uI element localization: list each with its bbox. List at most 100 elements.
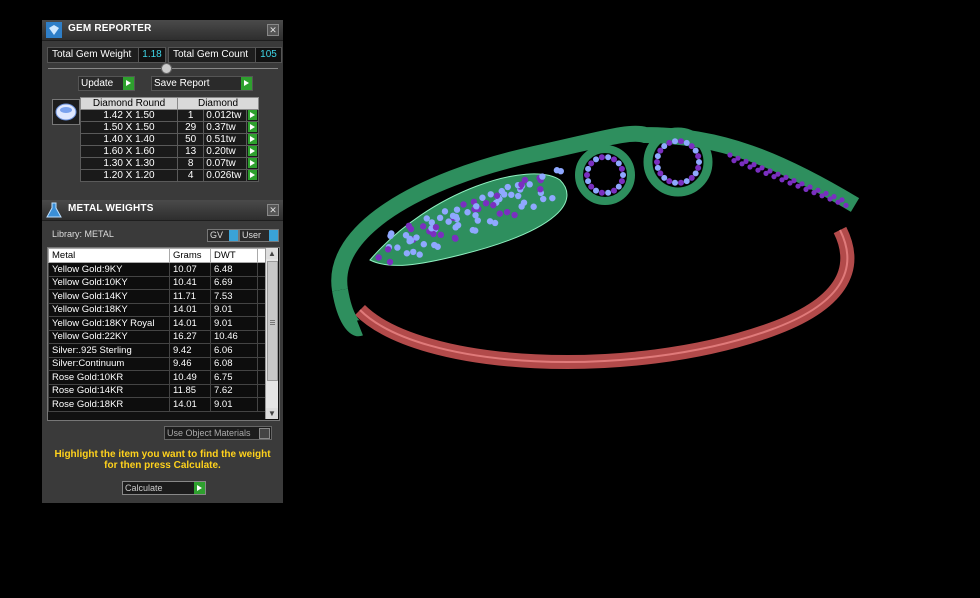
metal-row[interactable]: Yellow Gold:10KY 10.41 6.69	[48, 275, 273, 290]
metal-row[interactable]: Yellow Gold:14KY 11.71 7.53	[48, 289, 273, 304]
gem-stone	[605, 154, 612, 161]
user-label: User	[242, 230, 262, 240]
gem-stone	[683, 139, 690, 146]
calculate-button[interactable]: Calculate	[122, 481, 206, 495]
gem-stone	[677, 138, 684, 145]
metal-row[interactable]: Yellow Gold:18KY Royal 14.01 9.01	[48, 316, 273, 331]
gem-stone	[661, 174, 668, 181]
gem-stone	[791, 178, 797, 184]
gem-row-go[interactable]	[246, 169, 259, 182]
gem-stone	[695, 164, 702, 171]
metal-dwt: 7.53	[210, 289, 258, 304]
gem-stone	[453, 206, 461, 213]
gem-stone	[486, 218, 494, 225]
splitter-knob[interactable]	[161, 63, 172, 74]
save-report-button[interactable]: Save Report	[151, 76, 253, 91]
gem-row-go[interactable]	[246, 157, 259, 170]
metal-row[interactable]: Yellow Gold:22KY 16.27 10.46	[48, 329, 273, 344]
metal-grams: 14.01	[169, 397, 211, 412]
user-indicator-icon	[269, 230, 278, 241]
gem-row[interactable]: 1.50 X 1.50 29 0.37tw	[80, 121, 259, 134]
gem-stone	[452, 213, 460, 221]
gem-stone	[472, 212, 479, 219]
gem-stone	[692, 147, 699, 154]
gem-stone	[469, 226, 477, 234]
total-gem-count-value: 105	[255, 47, 282, 63]
gem-reporter-titlebar: GEM REPORTER ✕	[42, 20, 283, 41]
scroll-down-icon[interactable]: ▼	[266, 408, 278, 419]
gem-stone	[549, 194, 556, 202]
metal-column-name[interactable]: Metal	[48, 248, 170, 263]
gem-stone	[460, 201, 467, 208]
gem-row-go[interactable]	[246, 109, 259, 122]
gem-size: 1.20 X 1.20	[80, 169, 178, 182]
gem-stone	[464, 209, 471, 216]
metal-row[interactable]: Rose Gold:10KR 10.49 6.75	[48, 370, 273, 385]
gem-count: 4	[176, 169, 205, 182]
gem-size: 1.50 X 1.50	[80, 121, 178, 134]
gem-stone	[410, 248, 417, 256]
metal-row[interactable]: Rose Gold:14KR 11.85 7.62	[48, 383, 273, 398]
gem-stone	[783, 174, 789, 180]
gem-stone	[620, 172, 626, 178]
gem-stone	[539, 173, 546, 180]
gem-stone	[585, 165, 592, 172]
metal-list-scrollbar[interactable]: ▲ ▼	[265, 248, 278, 419]
metal-row[interactable]: Silver:Continuum 9.46 6.08	[48, 356, 273, 371]
gem-stone	[441, 208, 449, 215]
metal-table: Metal Grams DWT Yellow Gold:9KY 10.07 6.48…	[48, 248, 273, 412]
user-toggle[interactable]: User	[239, 229, 279, 242]
metal-row[interactable]: Yellow Gold:9KY 10.07 6.48	[48, 262, 273, 277]
gem-stone	[807, 184, 813, 190]
metal-column-dwt[interactable]: DWT	[210, 248, 258, 263]
gem-row[interactable]: 1.42 X 1.50 1 0.012tw	[80, 109, 259, 122]
gem-row[interactable]: 1.60 X 1.60 13 0.20tw	[80, 145, 259, 158]
metal-row[interactable]: Rose Gold:18KR 14.01 9.01	[48, 397, 273, 412]
bangle-3d-viewport[interactable]	[300, 80, 880, 400]
gem-weight: 0.20tw	[203, 145, 248, 158]
gem-row-go[interactable]	[246, 121, 259, 134]
gem-row[interactable]: 1.40 X 1.40 50 0.51tw	[80, 133, 259, 146]
metal-row[interactable]: Yellow Gold:18KY 14.01 9.01	[48, 302, 273, 317]
use-object-materials-checkbox[interactable]: Use Object Materials	[164, 426, 272, 440]
pave-leaf	[369, 173, 568, 266]
metal-weights-close-icon[interactable]: ✕	[267, 204, 279, 216]
metal-dwt: 7.62	[210, 383, 258, 398]
calculate-button-label: Calculate	[125, 483, 163, 493]
gem-stone	[437, 231, 445, 239]
metal-column-grams[interactable]: Grams	[169, 248, 211, 263]
gem-stone	[598, 154, 605, 161]
gem-stone	[618, 178, 625, 185]
gem-stone	[611, 156, 617, 163]
gem-reporter-close-icon[interactable]: ✕	[267, 24, 279, 36]
gem-stone	[654, 159, 660, 165]
scroll-up-icon[interactable]: ▲	[266, 248, 278, 259]
gem-row[interactable]: 1.30 X 1.30 8 0.07tw	[80, 157, 259, 170]
use-object-materials-label: Use Object Materials	[167, 428, 251, 438]
gem-stone	[593, 156, 599, 163]
gem-row-go[interactable]	[246, 145, 259, 158]
checkbox-icon	[259, 428, 270, 439]
gem-row-go[interactable]	[246, 133, 259, 146]
metal-list[interactable]: Metal Grams DWT Yellow Gold:9KY 10.07 6.48…	[47, 247, 280, 421]
scrollbar-thumb[interactable]	[267, 261, 278, 381]
metal-row[interactable]: Silver:.925 Sterling 9.42 6.06	[48, 343, 273, 358]
metal-name: Rose Gold:14KR	[48, 383, 170, 398]
update-button[interactable]: Update	[78, 76, 135, 91]
diamond-round-icon[interactable]	[52, 99, 80, 125]
gem-stone	[452, 235, 459, 242]
metal-grams: 16.27	[169, 329, 211, 344]
gem-stone	[661, 143, 668, 150]
gv-toggle[interactable]: GV	[207, 229, 239, 242]
gem-stone	[508, 191, 515, 198]
gem-stone	[403, 250, 411, 257]
gem-stone	[588, 183, 595, 190]
gem-stone	[375, 254, 382, 261]
gem-stone	[394, 244, 401, 251]
gem-row[interactable]: 1.20 X 1.20 4 0.026tw	[80, 169, 259, 182]
gem-stone	[520, 199, 528, 206]
gem-stone	[666, 178, 673, 185]
play-icon	[248, 122, 258, 133]
gem-stone	[695, 153, 702, 160]
gem-stone	[839, 197, 845, 203]
